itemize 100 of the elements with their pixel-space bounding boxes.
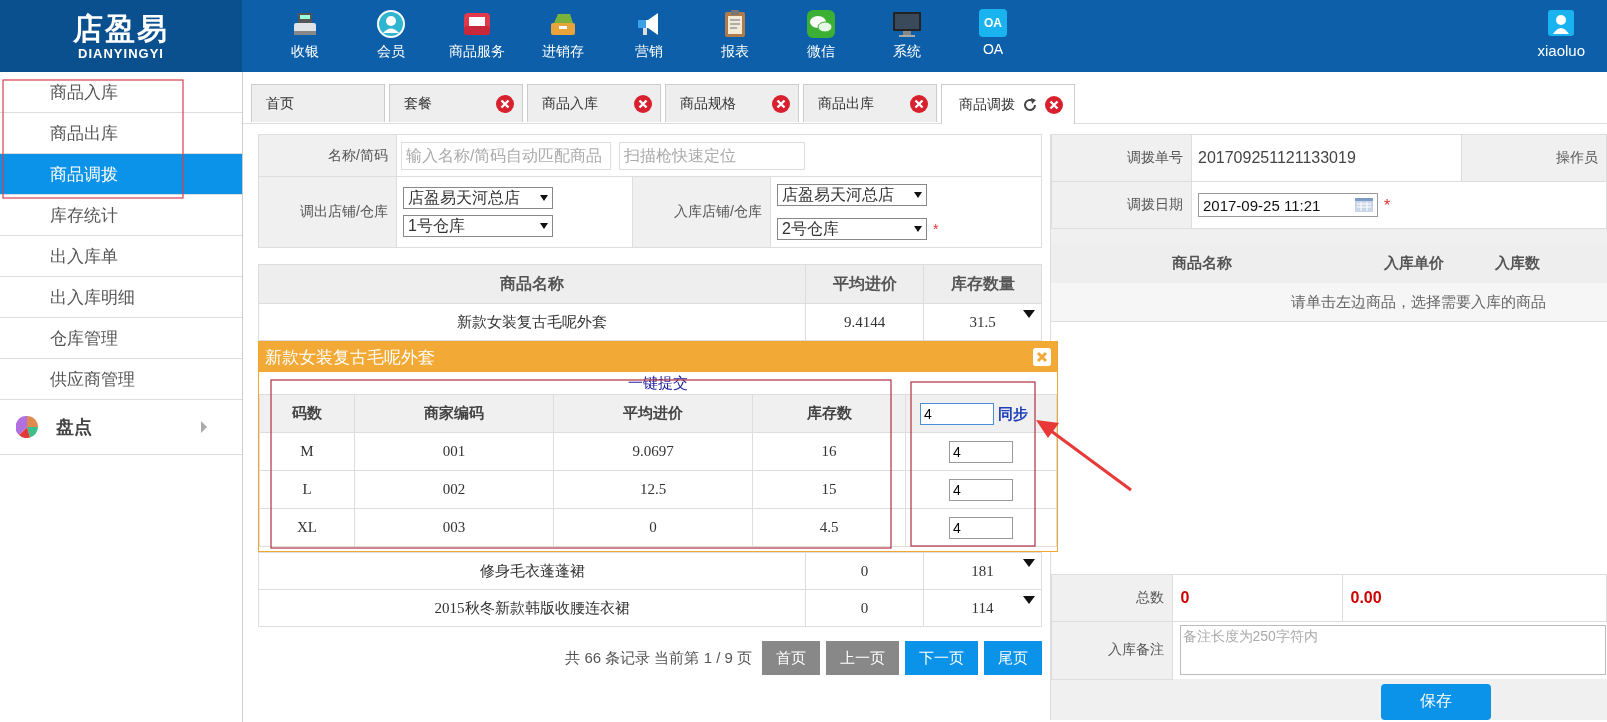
input-field[interactable]: 4 bbox=[949, 516, 1013, 539]
nav-item[interactable]: 微信 bbox=[778, 0, 864, 72]
field-label: 调出店铺/仓库 bbox=[258, 176, 397, 248]
nav-icon bbox=[806, 9, 836, 39]
column-header: 商品名称 bbox=[258, 264, 806, 304]
sidebar-item[interactable]: 仓库管理 bbox=[0, 318, 242, 359]
table-cell: 新款女装复古毛呢外套 bbox=[258, 303, 806, 341]
total-quantity: 0 bbox=[1172, 574, 1342, 622]
table-cell: M bbox=[259, 432, 355, 471]
nav-item[interactable]: 商品服务 bbox=[434, 0, 520, 72]
order-number: 201709251121133019 bbox=[1191, 134, 1462, 182]
close-icon[interactable] bbox=[496, 94, 514, 113]
nav-item[interactable]: 收银 bbox=[262, 0, 348, 72]
table-cell: 9.4144 bbox=[805, 303, 924, 341]
input-field[interactable]: 4 bbox=[949, 478, 1013, 501]
pie-chart-icon bbox=[16, 416, 38, 438]
dropdown[interactable]: 店盈易天河总店 bbox=[403, 187, 553, 209]
nav-item[interactable]: 营销 bbox=[606, 0, 692, 72]
dropdown[interactable]: 1号仓库 bbox=[403, 215, 553, 237]
dropdown[interactable]: 店盈易天河总店 bbox=[777, 184, 927, 206]
refresh-icon[interactable] bbox=[1021, 95, 1039, 114]
sidebar-item[interactable]: 出入库明细 bbox=[0, 277, 242, 318]
table-cell: 114 bbox=[923, 589, 1042, 627]
table-cell: 002 bbox=[354, 470, 554, 509]
table-cell: 31.5 bbox=[923, 303, 1042, 341]
dropdown[interactable]: 2号仓库 bbox=[777, 218, 927, 240]
table-cell: 0 bbox=[805, 589, 924, 627]
dialog-title: 新款女装复古毛呢外套 bbox=[265, 346, 435, 369]
table-cell: L bbox=[259, 470, 355, 509]
oa-icon: OA bbox=[979, 9, 1007, 37]
tab[interactable]: 首页 bbox=[251, 84, 385, 122]
tab[interactable]: 商品调拨 bbox=[941, 84, 1075, 124]
user-icon bbox=[1548, 10, 1575, 36]
field-label: 调拨日期 bbox=[1051, 181, 1192, 229]
pagination-summary: 共 66 条记录 当前第 1 / 9 页 bbox=[565, 648, 752, 668]
tab[interactable]: 商品入库 bbox=[527, 84, 661, 122]
field-label: 名称/简码 bbox=[258, 134, 397, 177]
sidebar-item[interactable]: 供应商管理 bbox=[0, 359, 242, 400]
input-field[interactable]: 扫描枪快速定位 bbox=[619, 141, 805, 170]
table-cell: 003 bbox=[354, 508, 554, 547]
empty-hint: 请单击左边商品，选择需要入库的商品 bbox=[1291, 292, 1546, 312]
required-mark: * bbox=[933, 221, 939, 237]
table-cell: 9.0697 bbox=[553, 432, 753, 471]
caret-icon bbox=[540, 223, 548, 229]
input-field[interactable]: 4 bbox=[949, 440, 1013, 463]
nav-item[interactable]: OA OA bbox=[950, 0, 1036, 72]
sidebar-item[interactable]: 出入库单 bbox=[0, 236, 242, 277]
logo-text: 店盈易 bbox=[73, 11, 169, 46]
table-cell: 181 bbox=[923, 552, 1042, 590]
close-icon[interactable] bbox=[634, 94, 652, 113]
table-cell: XL bbox=[259, 508, 355, 547]
table-cell: 0 bbox=[805, 552, 924, 590]
nav-item[interactable]: 系统 bbox=[864, 0, 950, 72]
column-header: 码数 bbox=[259, 394, 355, 433]
close-icon[interactable] bbox=[772, 94, 790, 113]
input-field[interactable]: 输入名称/简码自动匹配商品 bbox=[401, 141, 611, 170]
sidebar-group[interactable]: 盘点 bbox=[0, 400, 242, 455]
nav-item[interactable]: 报表 bbox=[692, 0, 778, 72]
close-icon[interactable] bbox=[910, 94, 928, 113]
dropdown-arrow-icon[interactable] bbox=[1023, 310, 1035, 318]
table-cell: 0 bbox=[553, 508, 753, 547]
caret-icon bbox=[540, 195, 548, 201]
table-cell: 4.5 bbox=[752, 508, 906, 547]
nav-icon bbox=[892, 9, 922, 39]
field-label: 入库店铺/仓库 bbox=[632, 176, 771, 248]
caret-icon bbox=[914, 226, 922, 232]
tab[interactable]: 商品出库 bbox=[803, 84, 937, 122]
field-label: 入库备注 bbox=[1051, 621, 1172, 679]
sidebar-item[interactable]: 库存统计 bbox=[0, 195, 242, 236]
column-header: 库存数量 bbox=[923, 264, 1042, 304]
table-cell: 16 bbox=[752, 432, 906, 471]
dropdown-arrow-icon[interactable] bbox=[1023, 559, 1035, 567]
total-amount: 0.00 bbox=[1342, 574, 1607, 622]
calendar-icon[interactable] bbox=[1355, 198, 1373, 212]
submit-link[interactable]: 一键提交 bbox=[628, 374, 688, 394]
close-icon[interactable] bbox=[1045, 95, 1063, 114]
nav-item[interactable]: 进销存 bbox=[520, 0, 606, 72]
caret-icon bbox=[914, 192, 922, 198]
table-cell: 12.5 bbox=[553, 470, 753, 509]
sidebar-item[interactable]: 商品入库 bbox=[0, 72, 242, 113]
date-field[interactable]: 2017-09-25 11:21 bbox=[1198, 193, 1378, 217]
table-cell: 2015秋冬新款韩版收腰连衣裙 bbox=[258, 589, 806, 627]
dropdown-arrow-icon[interactable] bbox=[1023, 596, 1035, 604]
nav-item[interactable]: 会员 bbox=[348, 0, 434, 72]
column-header: 库存数 bbox=[752, 394, 906, 433]
column-header: 平均进价 bbox=[553, 394, 753, 433]
tab[interactable]: 商品规格 bbox=[665, 84, 799, 122]
column-header: 商家编码 bbox=[354, 394, 554, 433]
tab[interactable]: 套餐 bbox=[389, 84, 523, 122]
sync-link[interactable]: 同步 bbox=[998, 404, 1028, 422]
user-menu[interactable]: xiaoluo bbox=[1537, 0, 1607, 72]
nav-icon bbox=[376, 9, 406, 39]
logo-subtitle: DIANYINGYI bbox=[78, 45, 164, 61]
required-mark: * bbox=[1384, 196, 1391, 214]
field-label: 总数 bbox=[1051, 574, 1172, 622]
table-cell: 15 bbox=[752, 470, 906, 509]
column-header: 平均进价 bbox=[805, 264, 924, 304]
remark-field[interactable]: 备注长度为250字符内 bbox=[1179, 625, 1606, 675]
table-cell: 修身毛衣蓬蓬裙 bbox=[258, 552, 806, 590]
input-field[interactable]: 4 bbox=[920, 402, 994, 425]
